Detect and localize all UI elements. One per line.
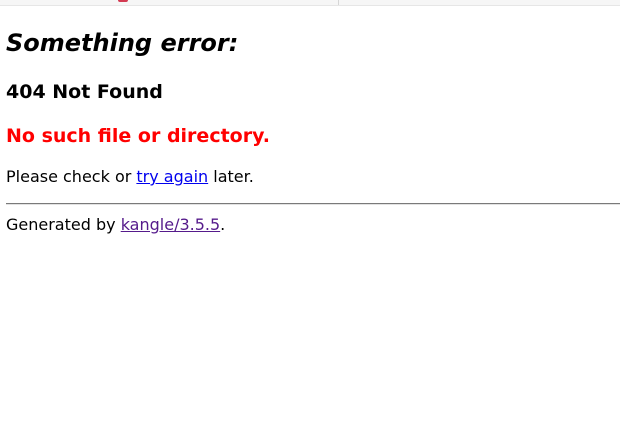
help-text: Please check or try again later.	[6, 166, 254, 188]
try-again-link[interactable]: try again	[136, 167, 208, 186]
help-text-prefix: Please check or	[6, 167, 137, 186]
browser-chrome-edge	[0, 0, 620, 6]
footer: Generated by kangle/3.5.5.	[6, 214, 225, 236]
footer-suffix: .	[220, 215, 226, 234]
tab-separator	[338, 0, 339, 5]
page-heading: Something error:	[6, 29, 239, 57]
error-message: No such file or directory.	[6, 125, 270, 147]
server-version-link[interactable]: kangle/3.5.5	[121, 215, 220, 234]
help-text-suffix: later.	[208, 167, 254, 186]
footer-prefix: Generated by	[6, 215, 121, 234]
status-code: 404 Not Found	[6, 81, 163, 103]
active-tab-indicator	[118, 0, 128, 2]
divider	[6, 203, 620, 205]
